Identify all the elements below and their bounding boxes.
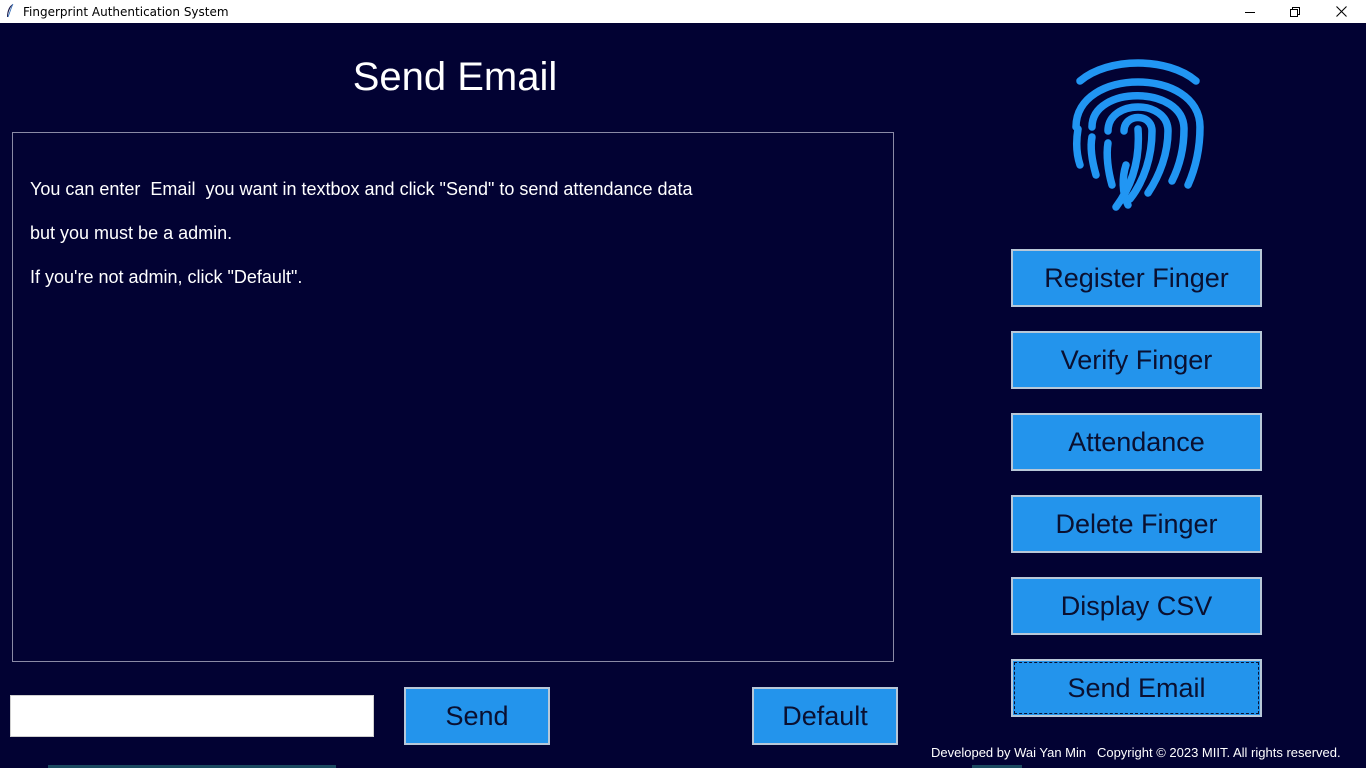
fingerprint-icon <box>1072 59 1204 211</box>
window-titlebar: Fingerprint Authentication System <box>0 0 1366 23</box>
restore-button[interactable] <box>1272 0 1318 23</box>
minimize-icon <box>1245 11 1255 13</box>
close-icon <box>1335 6 1347 17</box>
message-line-3: If you're not admin, click "Default". <box>30 267 303 287</box>
minimize-button[interactable] <box>1227 0 1273 23</box>
restore-icon <box>1290 6 1300 17</box>
feather-icon <box>7 3 14 18</box>
email-input[interactable] <box>10 695 374 737</box>
attendance-button[interactable]: Attendance <box>1011 413 1262 471</box>
send-email-nav-button[interactable]: Send Email <box>1011 659 1262 717</box>
register-finger-button[interactable]: Register Finger <box>1011 249 1262 307</box>
message-line-2: but you must be a admin. <box>30 223 233 243</box>
display-csv-button[interactable]: Display CSV <box>1011 577 1262 635</box>
close-button[interactable] <box>1318 0 1364 23</box>
default-button[interactable]: Default <box>752 687 898 745</box>
message-panel: You can enter Email you want in textbox … <box>12 132 894 662</box>
page-title: Send Email <box>352 55 558 99</box>
footer-credits: Developed by Wai Yan Min Copyright © 202… <box>931 745 1341 760</box>
send-button[interactable]: Send <box>404 687 550 745</box>
message-line-1: You can enter Email you want in textbox … <box>30 179 693 199</box>
delete-finger-button[interactable]: Delete Finger <box>1011 495 1262 553</box>
verify-finger-button[interactable]: Verify Finger <box>1011 331 1262 389</box>
app-body: Send Email You can enter Email you want … <box>0 23 1366 768</box>
window-title: Fingerprint Authentication System <box>23 5 229 19</box>
